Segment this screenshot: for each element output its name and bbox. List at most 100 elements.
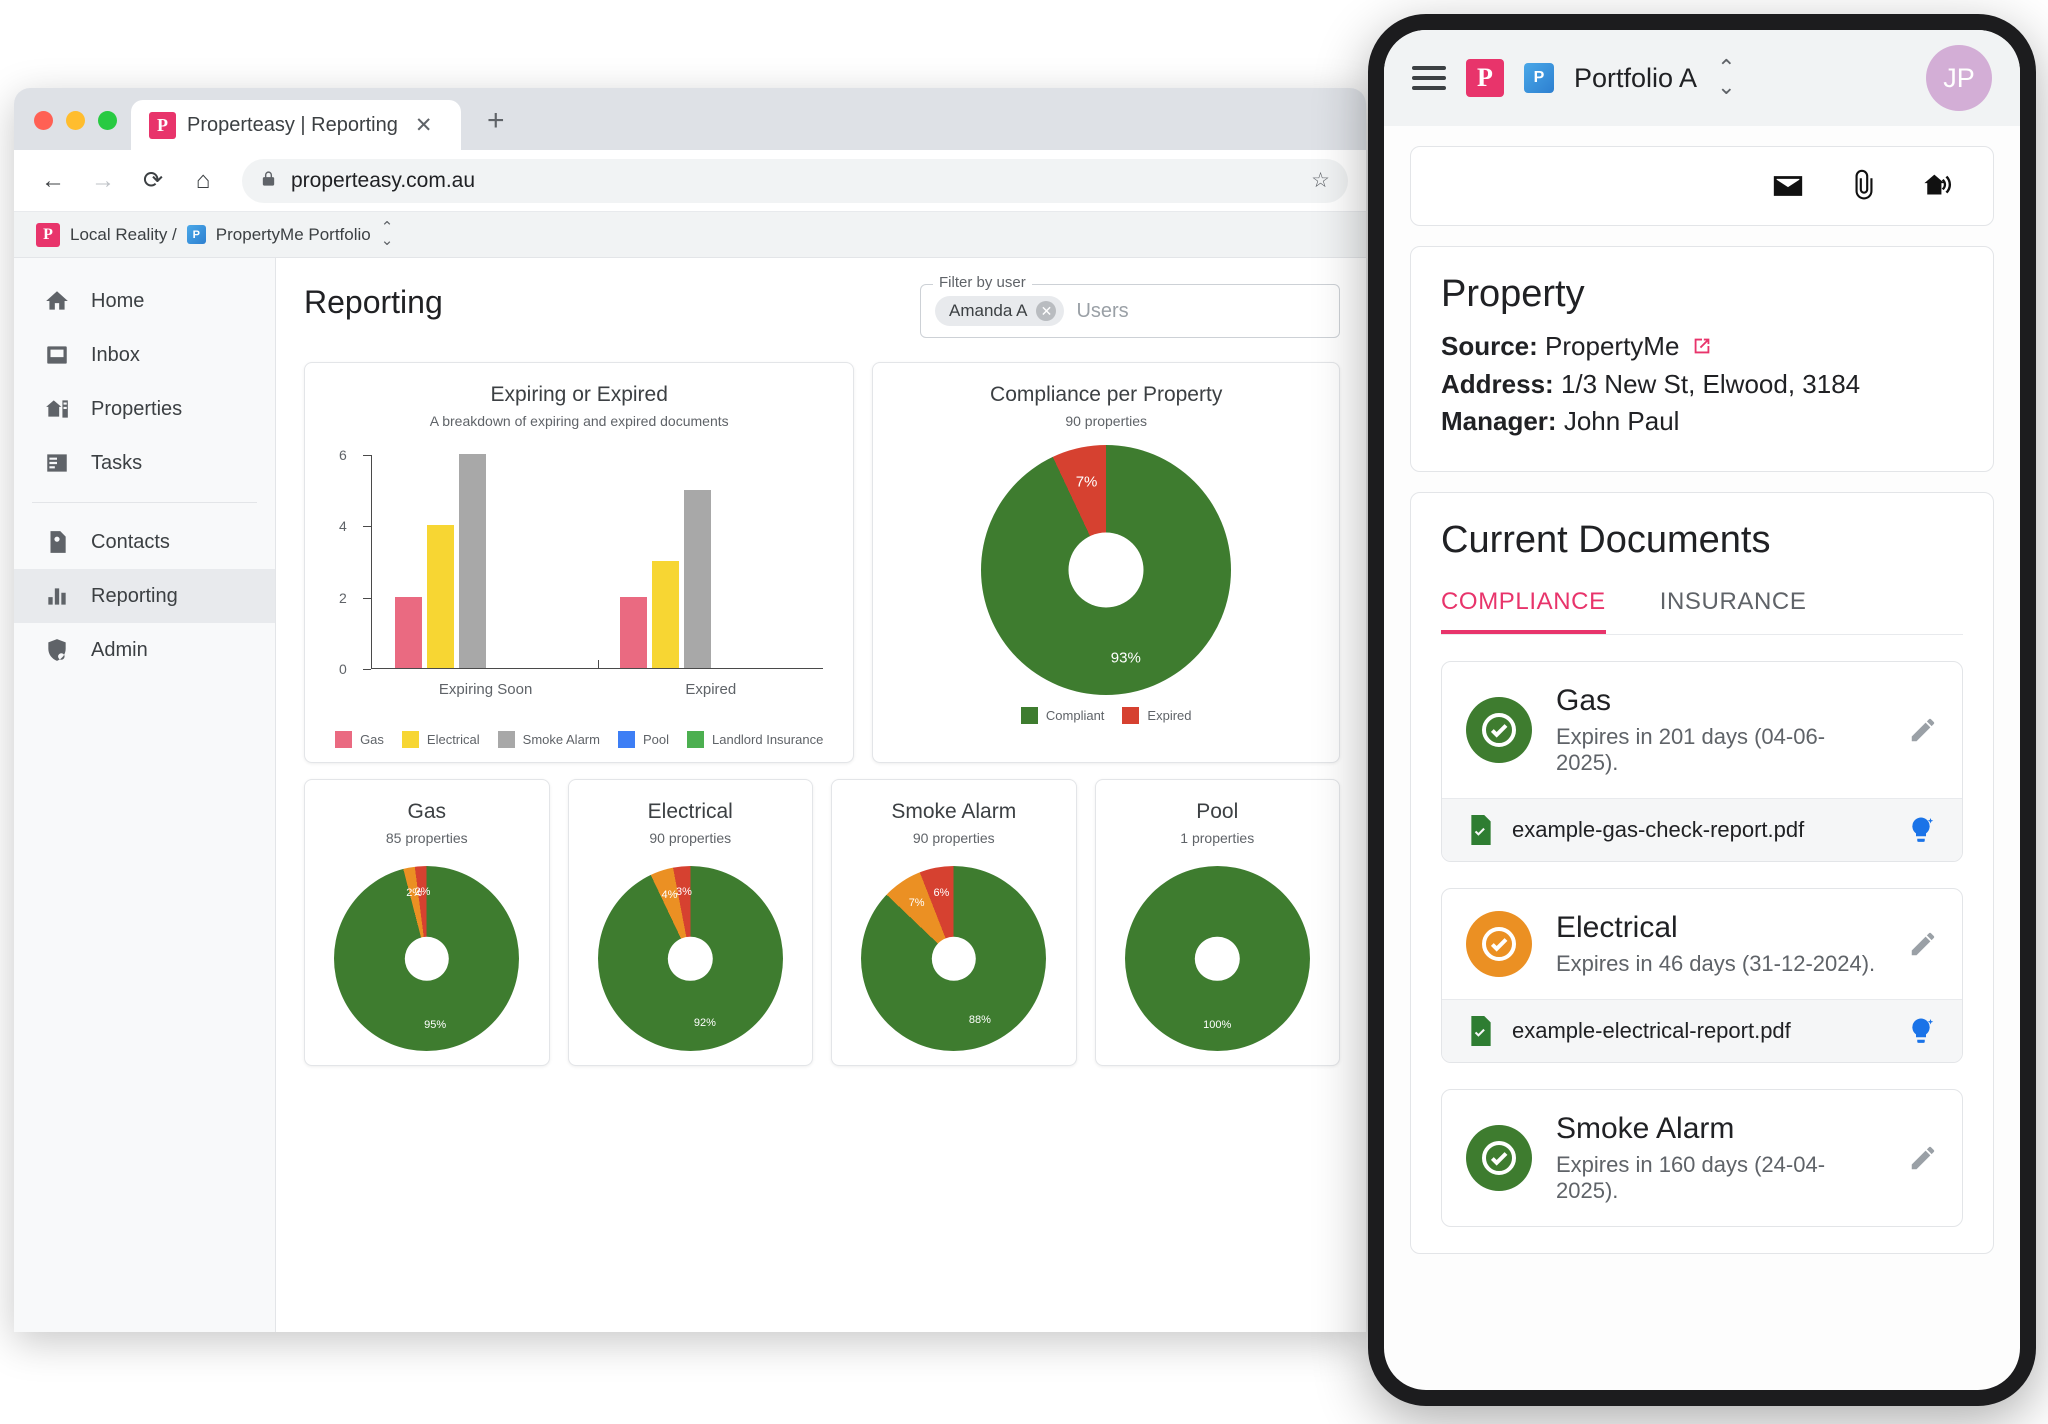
source-value: PropertyMe [1545,331,1680,361]
file-name: example-gas-check-report.pdf [1512,817,1805,843]
y-tick: 4 [339,518,371,534]
breadcrumb-portfolio[interactable]: PropertyMe Portfolio [216,225,371,245]
browser-window: P Properteasy | Reporting ✕ + ← → ⟳ ⌂ pr… [14,88,1366,1332]
file-name: example-electrical-report.pdf [1512,1018,1791,1044]
home-icon[interactable]: ⌂ [182,160,224,202]
back-icon[interactable]: ← [32,160,74,202]
portfolio-switch-icon[interactable]: ⌃ ⌄ [381,220,394,247]
remove-user-chip-icon[interactable]: ✕ [1036,301,1057,321]
bar [620,596,648,668]
mail-icon[interactable] [1771,169,1805,203]
sort-updown-icon[interactable]: ⌃ ⌄ [1717,57,1735,98]
close-tab-icon[interactable]: ✕ [415,113,433,138]
document-card[interactable]: Smoke Alarm Expires in 160 days (24-04-2… [1441,1089,1963,1228]
filter-by-user-field[interactable]: Filter by user Amanda A ✕ Users [920,274,1340,338]
legend-swatch [401,731,419,748]
property-heading: Property [1441,273,1585,315]
close-window-button[interactable] [34,111,53,130]
legend-item: Smoke Alarm [497,731,600,748]
legend-item: Expired [1122,707,1192,724]
maximize-window-button[interactable] [98,111,117,130]
chart-title: Electrical [647,800,733,823]
bookmark-star-icon[interactable]: ☆ [1311,168,1330,193]
y-tick: 2 [339,590,371,606]
hamburger-menu-icon[interactable] [1412,66,1446,90]
document-title: Smoke Alarm [1556,1112,1735,1146]
portfolio-name[interactable]: Portfolio A [1574,63,1697,94]
lightbulb-ai-icon[interactable] [1906,1016,1936,1046]
legend-item: Landlord Insurance [687,731,823,748]
sidebar-item-properties[interactable]: Properties [14,382,275,436]
paperclip-icon[interactable] [1847,169,1881,203]
tab-insurance[interactable]: INSURANCE [1660,588,1807,634]
avatar[interactable]: JP [1926,45,1992,111]
smoke-alarm-card: Smoke Alarm 90 properties 88% 7% 6% [831,779,1077,1066]
document-file-row[interactable]: example-electrical-report.pdf [1442,999,1962,1063]
slice-label: 95% [424,1018,447,1031]
sidebar-item-label: Inbox [91,343,140,366]
house-wifi-icon[interactable] [1923,169,1957,203]
lightbulb-ai-icon[interactable] [1906,815,1936,845]
properties-icon [44,396,70,422]
minimize-window-button[interactable] [66,111,85,130]
sidebar-item-label: Home [91,289,145,312]
sidebar-item-contacts[interactable]: Contacts [14,515,275,569]
document-card[interactable]: Electrical Expires in 46 days (31-12-202… [1441,888,1963,1064]
legend-swatch [497,731,515,748]
chart-subtitle: A breakdown of expiring and expired docu… [429,413,729,429]
sidebar-divider [32,502,257,503]
sidebar-item-label: Reporting [91,584,178,607]
legend-item: Gas [335,731,384,748]
donut: 88% 7% 6% [861,866,1047,1051]
pencil-icon[interactable] [1908,1143,1938,1173]
bar-group: Expired [598,455,823,698]
url-text: properteasy.com.au [291,168,476,192]
document-title: Gas [1556,684,1612,718]
document-main-row: Gas Expires in 201 days (04-06-2025). [1442,662,1962,798]
y-axis [371,455,372,669]
legend-item: Electrical [401,731,480,748]
document-file-row[interactable]: example-gas-check-report.pdf [1442,798,1962,862]
sidebar-item-home[interactable]: Home [14,274,275,328]
bar-group: Expiring Soon [373,454,598,698]
new-tab-button[interactable]: + [461,104,527,150]
sidebar-item-reporting[interactable]: Reporting [14,569,275,623]
pencil-icon[interactable] [1908,715,1938,745]
address-bar[interactable]: properteasy.com.au ☆ [242,158,1348,203]
chart-title: Gas [407,800,446,823]
sidebar-item-tasks[interactable]: Tasks [14,436,275,490]
users-placeholder: Users [1076,299,1129,322]
breadcrumb-org[interactable]: Local Reality / [70,225,177,245]
property-source-row: Source: PropertyMe [1441,328,1963,366]
sidebar-item-inbox[interactable]: Inbox [14,328,275,382]
pool-card: Pool 1 properties 100% [1094,779,1340,1066]
app-body: Home Inbox Properties Tasks Contacts Rep… [14,258,1366,1332]
sidebar-item-label: Admin [91,638,148,661]
legend-label: Pool [642,732,669,747]
current-documents-panel: Current Documents COMPLIANCE INSURANCE G… [1410,492,1994,1255]
slice-label: 3% [675,886,692,899]
document-card[interactable]: Gas Expires in 201 days (04-06-2025). ex… [1441,661,1963,863]
slice-label: 88% [968,1013,991,1026]
sidebar-item-label: Contacts [91,530,170,553]
user-chip[interactable]: Amanda A ✕ [935,296,1065,326]
legend-swatch [1122,707,1140,724]
reload-icon[interactable]: ⟳ [132,160,174,202]
sidebar-item-admin[interactable]: Admin [14,623,275,677]
app-logo-icon: P [36,222,60,247]
bar [427,525,454,668]
legend-label: Smoke Alarm [522,732,600,747]
admin-shield-icon [44,637,70,663]
home-icon [44,288,70,314]
tab-compliance[interactable]: COMPLIANCE [1441,588,1606,635]
document-list: Gas Expires in 201 days (04-06-2025). ex… [1441,661,1963,1228]
external-link-icon[interactable] [1691,330,1713,354]
propertyme-badge-icon: P [186,225,206,244]
legend-label: Gas [360,732,384,747]
forward-icon[interactable]: → [82,160,124,202]
legend-swatch [335,731,353,748]
browser-tab[interactable]: P Properteasy | Reporting ✕ [131,100,461,150]
pencil-icon[interactable] [1908,929,1938,959]
legend-label: Electrical [426,732,480,747]
document-expiry: Expires in 160 days (24-04-2025). [1556,1152,1826,1204]
